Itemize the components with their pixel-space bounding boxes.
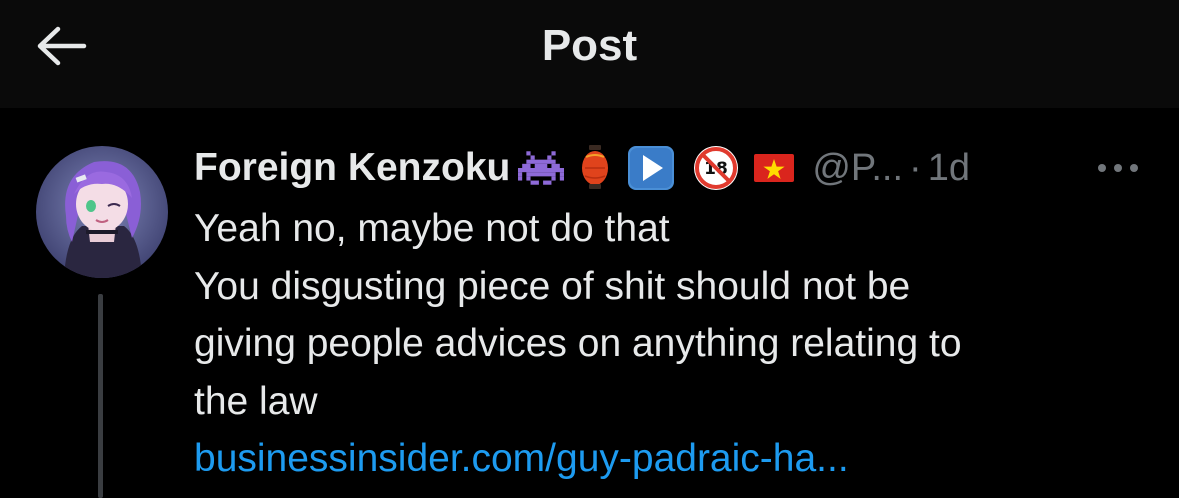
more-dots-icon bbox=[1098, 164, 1138, 172]
post-text-line: giving people advices on anything relati… bbox=[194, 322, 962, 365]
thread-line bbox=[98, 294, 103, 498]
more-options-button[interactable] bbox=[1090, 150, 1146, 186]
play-button-icon bbox=[628, 146, 675, 190]
avatar[interactable] bbox=[36, 146, 168, 278]
alien-monster-icon bbox=[518, 151, 565, 185]
author-display-name[interactable]: Foreign Kenzoku bbox=[194, 146, 510, 190]
post-author-row: Foreign Kenzoku @P... · 1d bbox=[194, 142, 970, 194]
anime-avatar-icon bbox=[36, 146, 168, 278]
author-handle[interactable]: @P... bbox=[812, 147, 903, 190]
no-under-18-icon: 18 bbox=[692, 144, 740, 192]
top-bar: Post bbox=[0, 0, 1179, 108]
post-link[interactable]: businessinsider.com/guy-padraic-ha... bbox=[194, 437, 849, 480]
post-text-line: the law bbox=[194, 379, 318, 423]
post-text-line: Yeah no, maybe not do that bbox=[194, 207, 670, 250]
vietnam-flag-icon bbox=[754, 154, 795, 182]
post-text: Yeah no, maybe not do that You disgustin… bbox=[194, 200, 1154, 488]
post-text-line: You disgusting piece of shit should not … bbox=[194, 264, 911, 308]
meta-separator: · bbox=[909, 146, 922, 189]
post-timestamp[interactable]: 1d bbox=[928, 147, 970, 190]
red-lantern-icon bbox=[580, 145, 610, 191]
page-title: Post bbox=[541, 21, 638, 70]
